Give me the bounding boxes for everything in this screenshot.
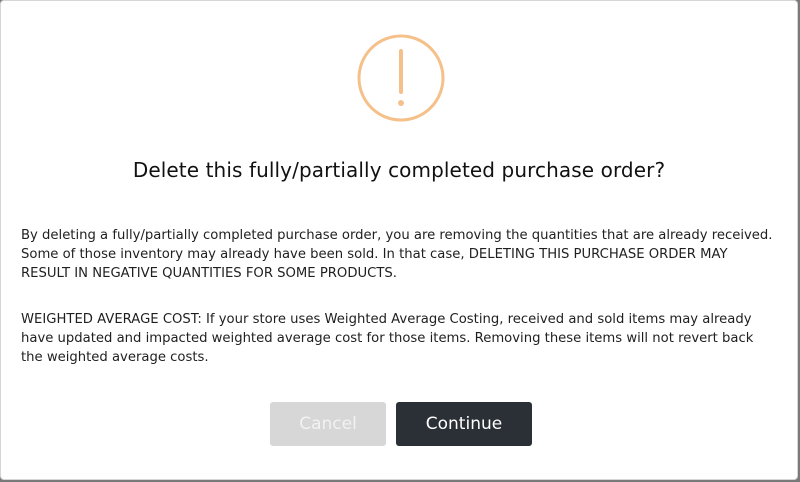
dialog-title: Delete this fully/partially completed pu… — [132, 158, 666, 182]
dialog-actions: Cancel Continue — [1, 402, 797, 446]
warning-paragraph-weighted-average-cost: WEIGHTED AVERAGE COST: If your store use… — [21, 312, 754, 365]
continue-button[interactable]: Continue — [396, 402, 532, 446]
exclamation-circle-icon — [357, 34, 445, 122]
warning-paragraph-inventory: By deleting a fully/partially completed … — [21, 228, 773, 281]
delete-purchase-order-dialog: Delete this fully/partially completed pu… — [0, 0, 798, 480]
cancel-button[interactable]: Cancel — [270, 402, 386, 446]
